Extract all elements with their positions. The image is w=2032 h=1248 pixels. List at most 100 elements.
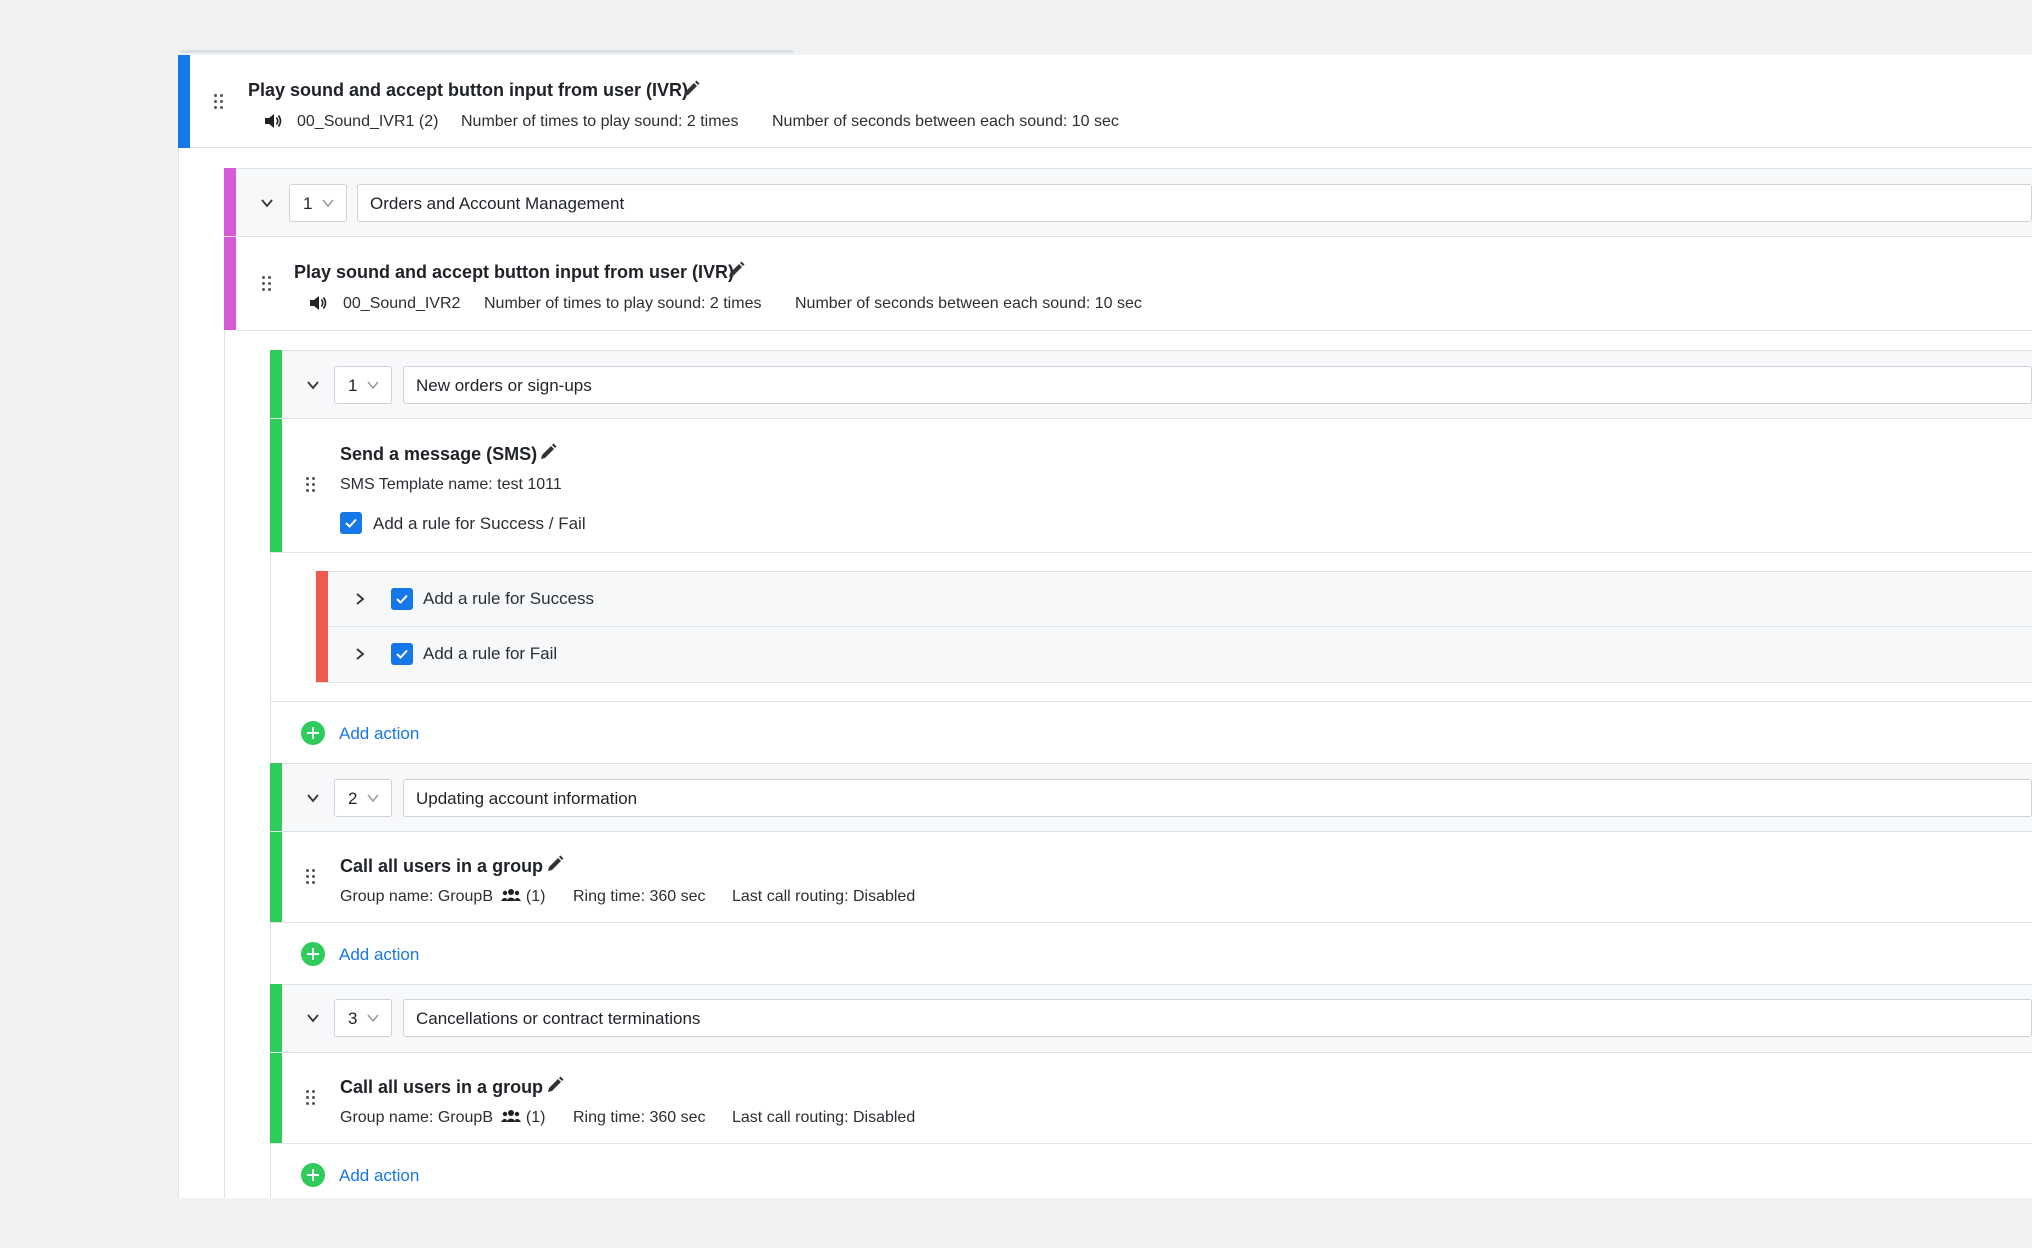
group-info: Group name: GroupB (1) xyxy=(340,888,545,906)
ring-label: Ring time: xyxy=(573,888,646,905)
plus-circle-icon[interactable] xyxy=(301,721,325,745)
action-title: Send a message (SMS) xyxy=(340,444,538,464)
group-value: GroupB xyxy=(437,1109,493,1126)
chevron-down-icon xyxy=(367,381,379,390)
pencil-icon[interactable] xyxy=(538,442,558,462)
divider xyxy=(270,552,2032,553)
fail-rule-checkbox[interactable] xyxy=(391,643,413,665)
sub-branch-number-select[interactable]: 1 xyxy=(334,366,392,404)
sub-branch-accent xyxy=(270,350,282,552)
divider xyxy=(270,984,2032,985)
branch-number-value: 1 xyxy=(303,194,313,213)
sub-branch-name-input[interactable]: Updating account information xyxy=(403,779,2032,817)
chevron-down-icon[interactable] xyxy=(305,790,321,806)
chevron-down-icon xyxy=(367,794,379,803)
template-value: test 1011 xyxy=(497,476,562,493)
rule-checkbox[interactable] xyxy=(340,512,362,534)
drag-handle-icon[interactable] xyxy=(306,1090,316,1106)
check-icon xyxy=(396,594,408,604)
pencil-icon[interactable] xyxy=(726,260,746,280)
sub-branch-number-value: 1 xyxy=(348,376,358,395)
sub-branch-accent xyxy=(270,984,282,1143)
users-icon xyxy=(501,1110,522,1122)
sub-branch-name-input[interactable]: Cancellations or contract terminations xyxy=(403,999,2032,1037)
add-action-link[interactable]: Add action xyxy=(339,724,419,744)
top-divider xyxy=(180,50,794,53)
sub-branch-name-input[interactable]: New orders or sign-ups xyxy=(403,366,2032,404)
play-times: Number of times to play sound: 2 times xyxy=(484,295,761,313)
play-times-value: 2 times xyxy=(709,295,762,312)
divider xyxy=(270,1052,2032,1053)
group-count: (1) xyxy=(525,1109,546,1126)
branch-name-input[interactable]: Orders and Account Management xyxy=(357,184,2032,222)
divider xyxy=(224,168,2032,169)
plus-circle-icon[interactable] xyxy=(301,942,325,966)
routing-value: Disabled xyxy=(852,1109,916,1126)
ring-label: Ring time: xyxy=(573,1109,646,1126)
divider xyxy=(270,418,2032,419)
ring-time: Ring time: 360 sec xyxy=(573,888,706,906)
chevron-right-icon[interactable] xyxy=(352,591,368,607)
drag-handle-icon[interactable] xyxy=(306,477,316,493)
group-value: GroupB xyxy=(437,888,493,905)
ring-value: 360 sec xyxy=(649,1109,706,1126)
check-icon xyxy=(396,649,408,659)
add-action-link[interactable]: Add action xyxy=(339,1166,419,1186)
add-action-link[interactable]: Add action xyxy=(339,945,419,965)
play-times-label: Number of times to play sound: xyxy=(461,113,683,130)
branch-number-select[interactable]: 1 xyxy=(289,184,347,222)
group-count: (1) xyxy=(525,888,546,905)
chevron-down-icon[interactable] xyxy=(305,1010,321,1026)
chevron-right-icon[interactable] xyxy=(352,646,368,662)
divider xyxy=(316,571,2032,572)
action-title: Call all users in a group xyxy=(340,856,544,876)
seconds-between: Number of seconds between each sound: 10… xyxy=(772,113,1119,131)
sub-branch-accent xyxy=(270,763,282,922)
action-title: Call all users in a group xyxy=(340,1077,544,1097)
plus-circle-icon[interactable] xyxy=(301,1163,325,1187)
divider xyxy=(224,236,2032,237)
divider xyxy=(270,350,2032,351)
divider xyxy=(316,682,2032,683)
divider xyxy=(270,922,2032,923)
seconds-between: Number of seconds between each sound: 10… xyxy=(795,295,1142,313)
drag-handle-icon[interactable] xyxy=(306,869,316,885)
fail-rule-label: Add a rule for Fail xyxy=(423,644,558,663)
routing-label: Last call routing: xyxy=(732,1109,849,1126)
success-rule-checkbox[interactable] xyxy=(391,588,413,610)
last-call-routing: Last call routing: Disabled xyxy=(732,888,915,906)
seconds-value: 10 sec xyxy=(1071,113,1119,130)
sub-branch-number-select[interactable]: 2 xyxy=(334,779,392,817)
drag-handle-icon[interactable] xyxy=(262,276,272,292)
sub-branch-number-select[interactable]: 3 xyxy=(334,999,392,1037)
drag-handle-icon[interactable] xyxy=(214,94,224,110)
divider xyxy=(190,147,2032,148)
sub-branch-number-value: 2 xyxy=(348,789,358,808)
play-times: Number of times to play sound: 2 times xyxy=(461,113,738,131)
speaker-icon xyxy=(310,296,327,310)
chevron-down-icon[interactable] xyxy=(305,377,321,393)
play-times-value: 2 times xyxy=(686,113,739,130)
seconds-value: 10 sec xyxy=(1094,295,1142,312)
group-label: Group name: xyxy=(340,888,434,905)
group-info: Group name: GroupB (1) xyxy=(340,1109,545,1127)
ring-value: 360 sec xyxy=(649,888,706,905)
users-icon xyxy=(501,889,522,901)
group-label: Group name: xyxy=(340,1109,434,1126)
speaker-icon xyxy=(265,114,282,128)
seconds-label: Number of seconds between each sound: xyxy=(772,113,1068,130)
chevron-down-icon[interactable] xyxy=(259,195,275,211)
pencil-icon[interactable] xyxy=(545,854,565,874)
rules-accent xyxy=(316,571,328,682)
divider xyxy=(270,1143,2032,1144)
pencil-icon[interactable] xyxy=(681,79,701,99)
routing-label: Last call routing: xyxy=(732,888,849,905)
play-times-label: Number of times to play sound: xyxy=(484,295,706,312)
pencil-icon[interactable] xyxy=(545,1075,565,1095)
ivr-title: Play sound and accept button input from … xyxy=(294,262,735,282)
seconds-label: Number of seconds between each sound: xyxy=(795,295,1091,312)
chevron-down-icon xyxy=(367,1014,379,1023)
last-call-routing: Last call routing: Disabled xyxy=(732,1109,915,1127)
divider xyxy=(270,831,2032,832)
sms-template: SMS Template name: test 1011 xyxy=(340,476,562,494)
